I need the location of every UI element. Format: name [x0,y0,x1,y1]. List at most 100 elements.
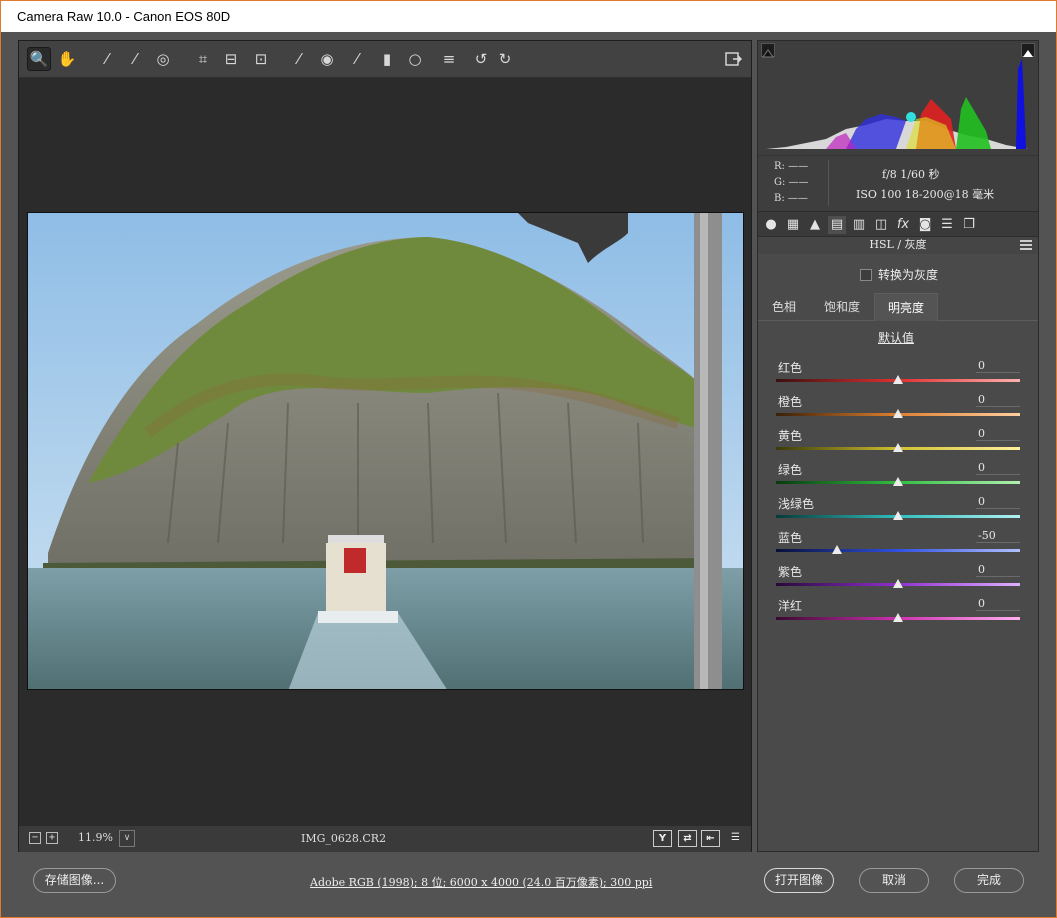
detail-panel-icon[interactable]: ▲ [806,216,824,234]
camera-calibration-panel-icon[interactable]: ◙ [916,216,934,234]
slider-row: 蓝色 -50 [776,529,1020,563]
pixel-readout: R: —— G: —— B: —— f/8 1/60 秒 ISO 100 18-… [758,155,1038,211]
file-name: IMG_0628.CR2 [301,832,387,845]
slider-label: 黄色 [778,429,803,443]
slider-label: 绿色 [778,463,803,477]
slider-row: 绿色 0 [776,461,1020,495]
crop-tool-icon[interactable]: ⌗ [191,47,215,71]
tab-saturation[interactable]: 饱和度 [814,293,870,321]
copy-settings-button[interactable]: ⇤ [701,830,720,847]
slider-value-field[interactable]: 0 [976,495,1020,509]
slider-row: 洋红 0 [776,597,1020,631]
grayscale-label: 转换为灰度 [878,268,939,282]
tab-hue[interactable]: 色相 [758,293,810,321]
slider-label: 橙色 [778,395,803,409]
zoom-in-button[interactable]: + [46,832,58,844]
slider-label: 紫色 [778,565,803,579]
slider-value-field[interactable]: 0 [976,359,1020,373]
rotate-right-icon[interactable]: ↻ [493,47,517,71]
panel-title: HSL / 灰度 [758,237,1038,254]
grayscale-checkbox[interactable] [860,268,872,281]
snapshots-panel-icon[interactable]: ❐ [960,216,978,234]
histogram [758,41,1038,155]
slider-row: 橙色 0 [776,393,1020,427]
slider-value-field[interactable]: 0 [976,461,1020,475]
swap-settings-button[interactable]: ⇄ [678,830,697,847]
panel-menu-icon[interactable] [1020,240,1032,250]
exposure-info: f/8 1/60 秒 [882,168,940,181]
red-eye-removal-icon[interactable]: ◉ [315,47,339,71]
slider-row: 红色 0 [776,359,1020,393]
graduated-filter-icon[interactable]: ▮ [375,47,399,71]
preview-area: 🔍 ✋ ⁄ ⁄ ◎ ⌗ ⊟ ⊡ ⁄ ◉ ⁄ ▮ ○ ≡ ↺ ↻ − + 11.9… [18,40,752,852]
slider-thumb[interactable] [893,375,903,384]
tool-bar: 🔍 ✋ ⁄ ⁄ ◎ ⌗ ⊟ ⊡ ⁄ ◉ ⁄ ▮ ○ ≡ ↺ ↻ [19,41,751,78]
split-toning-panel-icon[interactable]: ▥ [850,216,868,234]
white-balance-tool-icon[interactable]: ⁄ [95,47,119,71]
hsl-subtabs: 色相 饱和度 明亮度 [758,293,1038,321]
slider-label: 红色 [778,361,803,375]
done-button[interactable]: 完成 [954,868,1024,893]
adjustment-brush-icon[interactable]: ⁄ [345,47,369,71]
straighten-tool-icon[interactable]: ⊟ [219,47,243,71]
slider-row: 黄色 0 [776,427,1020,461]
slider-thumb[interactable] [893,477,903,486]
rotate-left-icon[interactable]: ↺ [469,47,493,71]
zoom-dropdown-button[interactable]: ∨ [119,830,135,847]
open-image-button[interactable]: 打开图像 [764,868,834,893]
slider-label: 浅绿色 [778,497,815,511]
status-bar: − + 11.9% ∨ IMG_0628.CR2 Y ⇄ ⇤ ☰ [19,826,751,852]
slider-value-field[interactable]: 0 [976,563,1020,577]
iso-lens-info: ISO 100 18-200@18 毫米 [856,188,995,201]
slider-row: 浅绿色 0 [776,495,1020,529]
panel-tabs: ● ▦ ▲ ▤ ▥ ◫ fx ◙ ☰ ❐ [758,211,1038,237]
toggle-fullscreen-icon[interactable] [721,47,745,71]
slider-thumb[interactable] [832,545,842,554]
slider-value-field[interactable]: 0 [976,427,1020,441]
lens-corrections-panel-icon[interactable]: ◫ [872,216,890,234]
preferences-icon[interactable]: ≡ [437,47,461,71]
right-panel: R: —— G: —— B: —— f/8 1/60 秒 ISO 100 18-… [757,40,1039,852]
save-image-button[interactable]: 存储图像... [33,868,116,893]
targeted-adjustment-tool-icon[interactable]: ◎ [151,47,175,71]
compare-settings-icon[interactable]: ☰ [726,830,745,847]
slider-thumb[interactable] [893,579,903,588]
panel-title-text: HSL / 灰度 [869,238,927,251]
window-title: Camera Raw 10.0 - Canon EOS 80D [17,9,231,24]
title-bar: Camera Raw 10.0 - Canon EOS 80D [0,0,1057,32]
zoom-out-button[interactable]: − [29,832,41,844]
compare-view-button[interactable]: Y [653,830,672,847]
hand-tool-icon[interactable]: ✋ [55,47,79,71]
slider-track[interactable] [776,549,1020,552]
effects-panel-icon[interactable]: fx [894,216,912,234]
slider-thumb[interactable] [893,613,903,622]
cancel-button[interactable]: 取消 [859,868,929,893]
tone-curve-panel-icon[interactable]: ▦ [784,216,802,234]
convert-grayscale-toggle[interactable]: 转换为灰度 [860,266,938,283]
slider-thumb[interactable] [893,409,903,418]
hsl-panel-icon[interactable]: ▤ [828,216,846,234]
slider-value-field[interactable]: 0 [976,393,1020,407]
basic-panel-icon[interactable]: ● [762,216,780,234]
workflow-options-link[interactable]: Adobe RGB (1998); 8 位; 6000 x 4000 (24.0… [310,874,652,890]
transform-tool-icon[interactable]: ⊡ [249,47,273,71]
spot-removal-tool-icon[interactable]: ⁄ [287,47,311,71]
slider-value-field[interactable]: 0 [976,597,1020,611]
shadow-clipping-icon[interactable] [761,43,775,58]
blue-readout: B: —— [774,193,808,204]
radial-filter-icon[interactable]: ○ [403,47,427,71]
zoom-tool-icon[interactable]: 🔍 [27,47,51,71]
presets-panel-icon[interactable]: ☰ [938,216,956,234]
slider-row: 紫色 0 [776,563,1020,597]
photo-preview[interactable] [27,212,744,690]
slider-thumb[interactable] [893,511,903,520]
slider-value-field[interactable]: -50 [976,529,1020,543]
default-link[interactable]: 默认值 [758,329,1034,346]
slider-thumb[interactable] [893,443,903,452]
readout-divider [828,160,829,206]
slider-label: 洋红 [778,599,803,613]
tab-luminance[interactable]: 明亮度 [874,293,938,321]
highlight-clipping-icon[interactable] [1021,43,1035,57]
green-readout: G: —— [774,177,809,188]
color-sampler-tool-icon[interactable]: ⁄ [123,47,147,71]
